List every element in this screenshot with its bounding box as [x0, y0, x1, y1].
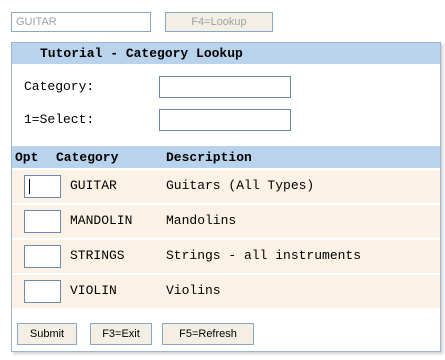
table-row: VIOLIN Violins: [12, 275, 440, 308]
cell-description: Mandolins: [166, 213, 237, 228]
page: GUITAR F4=Lookup Tutorial - Category Loo…: [0, 0, 445, 360]
category-search-input[interactable]: GUITAR: [11, 12, 151, 32]
select-field[interactable]: [159, 109, 291, 131]
cell-description: Violins: [166, 283, 221, 298]
category-field-row: Category:: [12, 76, 440, 98]
cell-description: Guitars (All Types): [166, 178, 315, 193]
category-lookup-panel: Tutorial - Category Lookup Category: 1=S…: [11, 42, 441, 352]
select-label: 1=Select:: [24, 112, 95, 127]
table-header: Opt Category Description: [12, 146, 440, 168]
header-opt: Opt: [15, 150, 39, 165]
select-field-row: 1=Select:: [12, 109, 440, 131]
refresh-button[interactable]: F5=Refresh: [162, 323, 254, 345]
submit-button[interactable]: Submit: [17, 323, 77, 345]
table-row: STRINGS Strings - all instruments: [12, 240, 440, 273]
cell-category: MANDOLIN: [70, 213, 133, 228]
opt-input[interactable]: [24, 175, 61, 198]
table-row: MANDOLIN Mandolins: [12, 205, 440, 238]
panel-title: Tutorial - Category Lookup: [12, 43, 440, 64]
category-label: Category:: [24, 79, 95, 94]
opt-input[interactable]: [24, 210, 61, 233]
category-field[interactable]: [159, 76, 291, 98]
cell-category: STRINGS: [70, 248, 125, 263]
cell-category: GUITAR: [70, 178, 117, 193]
header-category: Category: [56, 150, 119, 165]
cell-category: VIOLIN: [70, 283, 117, 298]
text-cursor: [29, 179, 30, 194]
lookup-button[interactable]: F4=Lookup: [165, 12, 273, 32]
cell-description: Strings - all instruments: [166, 248, 362, 263]
exit-button[interactable]: F3=Exit: [90, 323, 152, 345]
header-description: Description: [166, 150, 252, 165]
opt-input[interactable]: [24, 280, 61, 303]
opt-input[interactable]: [24, 245, 61, 268]
table-row: GUITAR Guitars (All Types): [12, 170, 440, 203]
